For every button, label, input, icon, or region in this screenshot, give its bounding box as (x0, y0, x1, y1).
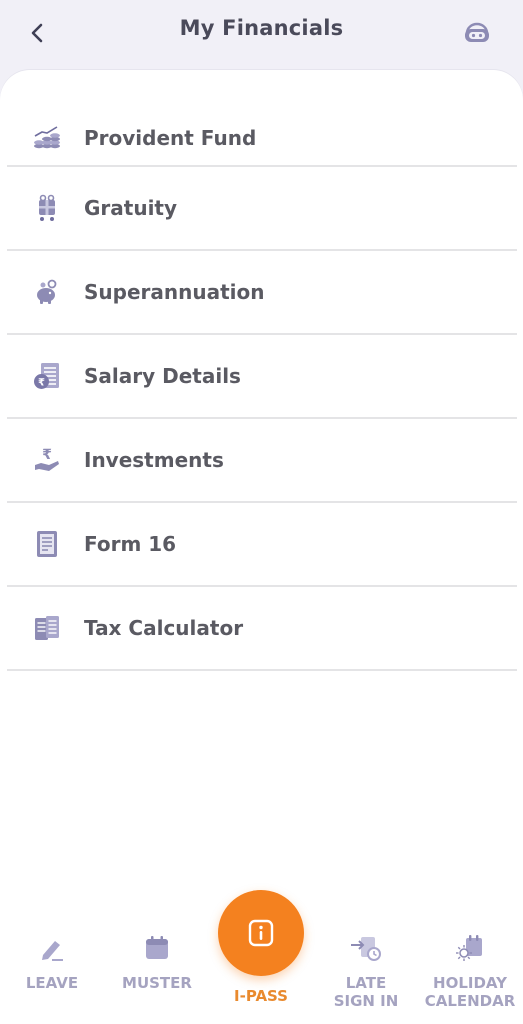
tab-label-line-2: CALENDAR (424, 992, 516, 1010)
rupee-document-icon: ₹ (31, 360, 63, 392)
gift-cart-icon (31, 192, 63, 224)
ipass-button[interactable] (218, 890, 304, 976)
list-item-tax-calculator[interactable]: Tax Calculator (7, 587, 517, 671)
tab-label-line-1: LATE (345, 974, 387, 992)
list-item-investments[interactable]: ₹ Investments (7, 419, 517, 503)
list-item-label: Salary Details (84, 364, 241, 388)
pencil-icon (2, 928, 102, 968)
tab-leave[interactable]: LEAVE (2, 928, 102, 992)
calendar-icon (107, 928, 207, 968)
list-item-label: Gratuity (84, 196, 178, 220)
tab-muster[interactable]: MUSTER (107, 928, 207, 992)
piggy-bank-icon (31, 276, 63, 308)
list-item-form-16[interactable]: Form 16 (7, 503, 517, 587)
tab-label: LATE SIGN IN (316, 974, 416, 1010)
list-item-label: Tax Calculator (84, 616, 244, 640)
chatbot-headset-icon (465, 22, 489, 42)
svg-text:₹: ₹ (42, 447, 52, 463)
page-title: My Financials (179, 16, 344, 40)
late-clock-icon (316, 928, 416, 968)
list-item-label: Form 16 (84, 532, 177, 556)
coins-growth-icon (31, 122, 63, 154)
holiday-calendar-icon (420, 928, 520, 968)
tab-label: HOLIDAY CALENDAR (420, 974, 520, 1010)
list-item-provident-fund[interactable]: Provident Fund (7, 110, 517, 167)
list-item-salary-details[interactable]: ₹ Salary Details (7, 335, 517, 419)
tab-label-line-2: SIGN IN (333, 992, 399, 1010)
svg-text:₹: ₹ (38, 378, 45, 389)
info-card-icon (248, 919, 274, 947)
form-document-icon (31, 528, 63, 560)
list-item-gratuity[interactable]: Gratuity (7, 167, 517, 251)
rupee-hand-icon: ₹ (31, 444, 63, 476)
list-item-label: Investments (84, 448, 224, 472)
tab-holiday-calendar[interactable]: HOLIDAY CALENDAR (420, 928, 520, 1010)
tax-documents-icon (31, 612, 63, 644)
tab-label: MUSTER (122, 974, 192, 992)
tab-label: LEAVE (25, 974, 79, 992)
tab-label-line-1: HOLIDAY (433, 974, 507, 992)
financials-list: Provident Fund Gratuity Superannuation ₹… (7, 110, 517, 671)
ipass-label: I-PASS (234, 987, 288, 1005)
support-button[interactable] (459, 18, 495, 48)
tab-late-sign-in[interactable]: LATE SIGN IN (316, 928, 416, 1010)
list-item-superannuation[interactable]: Superannuation (7, 251, 517, 335)
top-bar: My Financials (0, 0, 523, 70)
list-item-label: Provident Fund (84, 125, 257, 150)
list-item-label: Superannuation (84, 280, 265, 304)
